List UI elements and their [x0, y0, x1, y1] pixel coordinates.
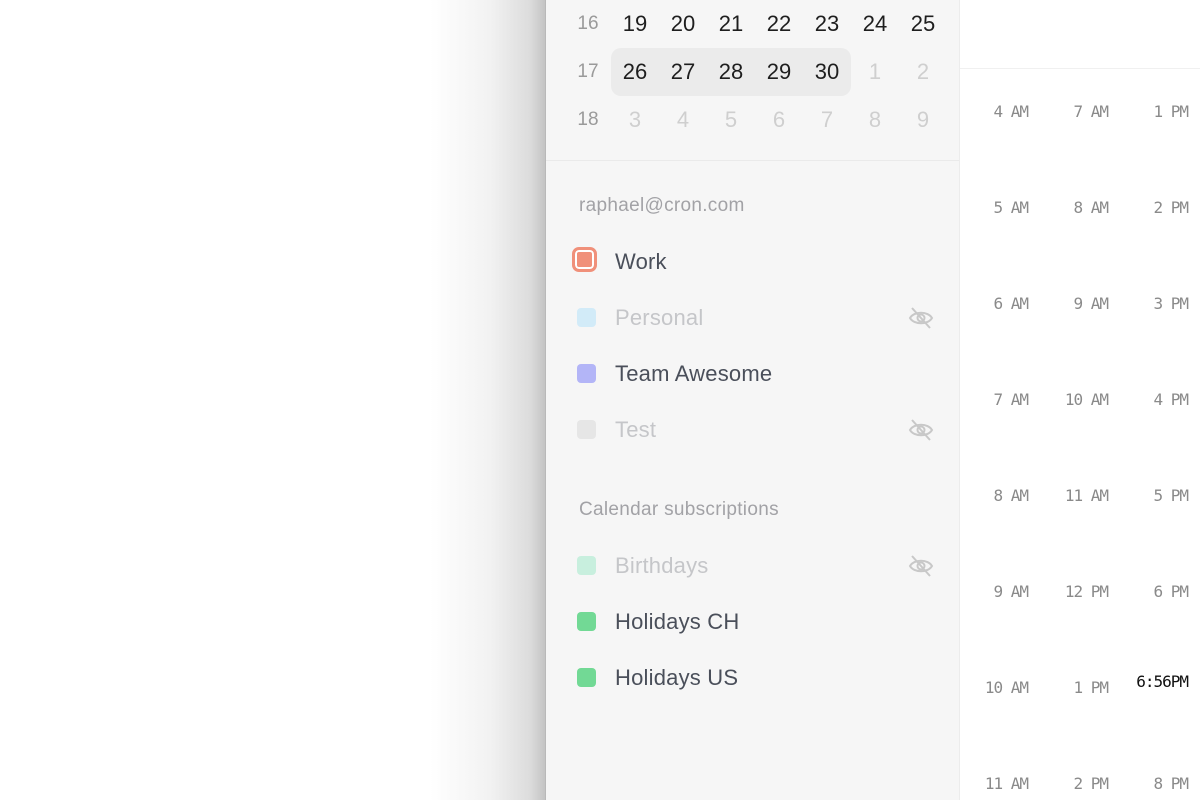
calendar-name: Personal: [615, 305, 704, 330]
calendar-color-swatch[interactable]: [577, 308, 596, 327]
day-cell[interactable]: 27: [659, 48, 707, 96]
hour-label: 1 PM: [1153, 102, 1189, 121]
calendar-item-holidays-us[interactable]: Holidays US: [546, 656, 959, 700]
day-cell[interactable]: 29: [755, 48, 803, 96]
day-cell[interactable]: 21: [707, 0, 755, 48]
day-cell[interactable]: 6: [755, 96, 803, 144]
eye-off-icon[interactable]: [908, 306, 934, 330]
hour-label: 8 AM: [1073, 198, 1109, 217]
calendar-sidebar: 16 19 20 21 22 23 24 25 17 26 27 28 29 30 1 2 18 3 4 5 6 7 8 9 …: [545, 0, 960, 800]
week-number: 16: [577, 13, 599, 34]
hour-label: 4 AM: [993, 102, 1029, 121]
day-cell[interactable]: 26: [611, 48, 659, 96]
day-cell[interactable]: 23: [803, 0, 851, 48]
calendar-item-personal[interactable]: Personal: [546, 296, 959, 340]
calendar-item-team-awesome[interactable]: Team Awesome: [546, 352, 959, 396]
hour-label: 7 AM: [993, 390, 1029, 409]
calendar-color-swatch[interactable]: [577, 364, 596, 383]
week-number: 18: [577, 109, 599, 130]
day-cell[interactable]: 9: [899, 96, 947, 144]
hour-label: 6 AM: [993, 294, 1029, 313]
calendar-color-swatch[interactable]: [577, 668, 596, 687]
calendar-name: Team Awesome: [615, 361, 773, 386]
current-time-label: 6:56PM: [1136, 672, 1189, 691]
hour-label: 9 AM: [1073, 294, 1109, 313]
hour-label: 9 AM: [993, 582, 1029, 601]
day-cell[interactable]: 8: [851, 96, 899, 144]
week-row: 16 19 20 21 22 23 24 25: [546, 0, 959, 48]
day-cell[interactable]: 4: [659, 96, 707, 144]
week-row: 18 3 4 5 6 7 8 9: [546, 96, 959, 144]
hour-label: 11 AM: [984, 774, 1029, 793]
timezone-timeline: 4 AM 5 AM 6 AM 7 AM 8 AM 9 AM 10 AM 11 AM 7 AM 8 …: [960, 0, 1200, 800]
day-cell[interactable]: 7: [803, 96, 851, 144]
account-email: raphael@cron.com: [579, 195, 745, 216]
hour-label: 12 PM: [1064, 582, 1109, 601]
subscriptions-title: Calendar subscriptions: [579, 499, 779, 520]
day-cell[interactable]: 30: [803, 48, 851, 96]
hour-label: 6 PM: [1153, 582, 1189, 601]
eye-off-icon[interactable]: [908, 554, 934, 578]
calendar-item-holidays-ch[interactable]: Holidays CH: [546, 600, 959, 644]
hour-label: 3 PM: [1153, 294, 1189, 313]
dimmed-backdrop[interactable]: [0, 0, 546, 800]
day-cell[interactable]: 22: [755, 0, 803, 48]
day-cell[interactable]: 2: [899, 48, 947, 96]
timeline-header: [960, 0, 1200, 69]
eye-off-icon[interactable]: [908, 418, 934, 442]
hour-label: 7 AM: [1073, 102, 1109, 121]
hour-label: 8 AM: [993, 486, 1029, 505]
calendar-color-swatch[interactable]: [577, 612, 596, 631]
calendar-color-swatch[interactable]: [577, 420, 596, 439]
hour-label: 10 AM: [1064, 390, 1109, 409]
calendar-color-swatch[interactable]: [572, 247, 597, 272]
calendar-name: Work: [615, 249, 667, 274]
calendar-name: Holidays US: [615, 665, 739, 690]
day-cell[interactable]: 5: [707, 96, 755, 144]
hour-label: 4 PM: [1153, 390, 1189, 409]
mini-calendar: 16 19 20 21 22 23 24 25 17 26 27 28 29 30 1 2 18 3 4 5 6 7 8 9: [546, 0, 959, 161]
day-cell[interactable]: 1: [851, 48, 899, 96]
calendar-name: Birthdays: [615, 553, 709, 578]
week-row: 17 26 27 28 29 30 1 2: [546, 48, 959, 96]
day-cell[interactable]: 3: [611, 96, 659, 144]
hour-label: 1 PM: [1073, 678, 1109, 697]
day-cell[interactable]: 25: [899, 0, 947, 48]
day-cell[interactable]: 28: [707, 48, 755, 96]
calendar-item-work[interactable]: Work: [546, 240, 959, 284]
day-cell[interactable]: 20: [659, 0, 707, 48]
hour-label: 8 PM: [1153, 774, 1189, 793]
calendar-name: Holidays CH: [615, 609, 740, 634]
hour-label: 5 PM: [1153, 486, 1189, 505]
calendar-color-swatch[interactable]: [577, 556, 596, 575]
calendar-name: Test: [615, 417, 657, 442]
hour-label: 11 AM: [1064, 486, 1109, 505]
hour-label: 2 PM: [1073, 774, 1109, 793]
hour-label: 5 AM: [993, 198, 1029, 217]
day-cell[interactable]: 19: [611, 0, 659, 48]
hour-label: 2 PM: [1153, 198, 1189, 217]
hour-label: 10 AM: [984, 678, 1029, 697]
week-number: 17: [577, 61, 599, 82]
day-cell[interactable]: 24: [851, 0, 899, 48]
calendar-item-birthdays[interactable]: Birthdays: [546, 544, 959, 588]
calendar-item-test[interactable]: Test: [546, 408, 959, 452]
